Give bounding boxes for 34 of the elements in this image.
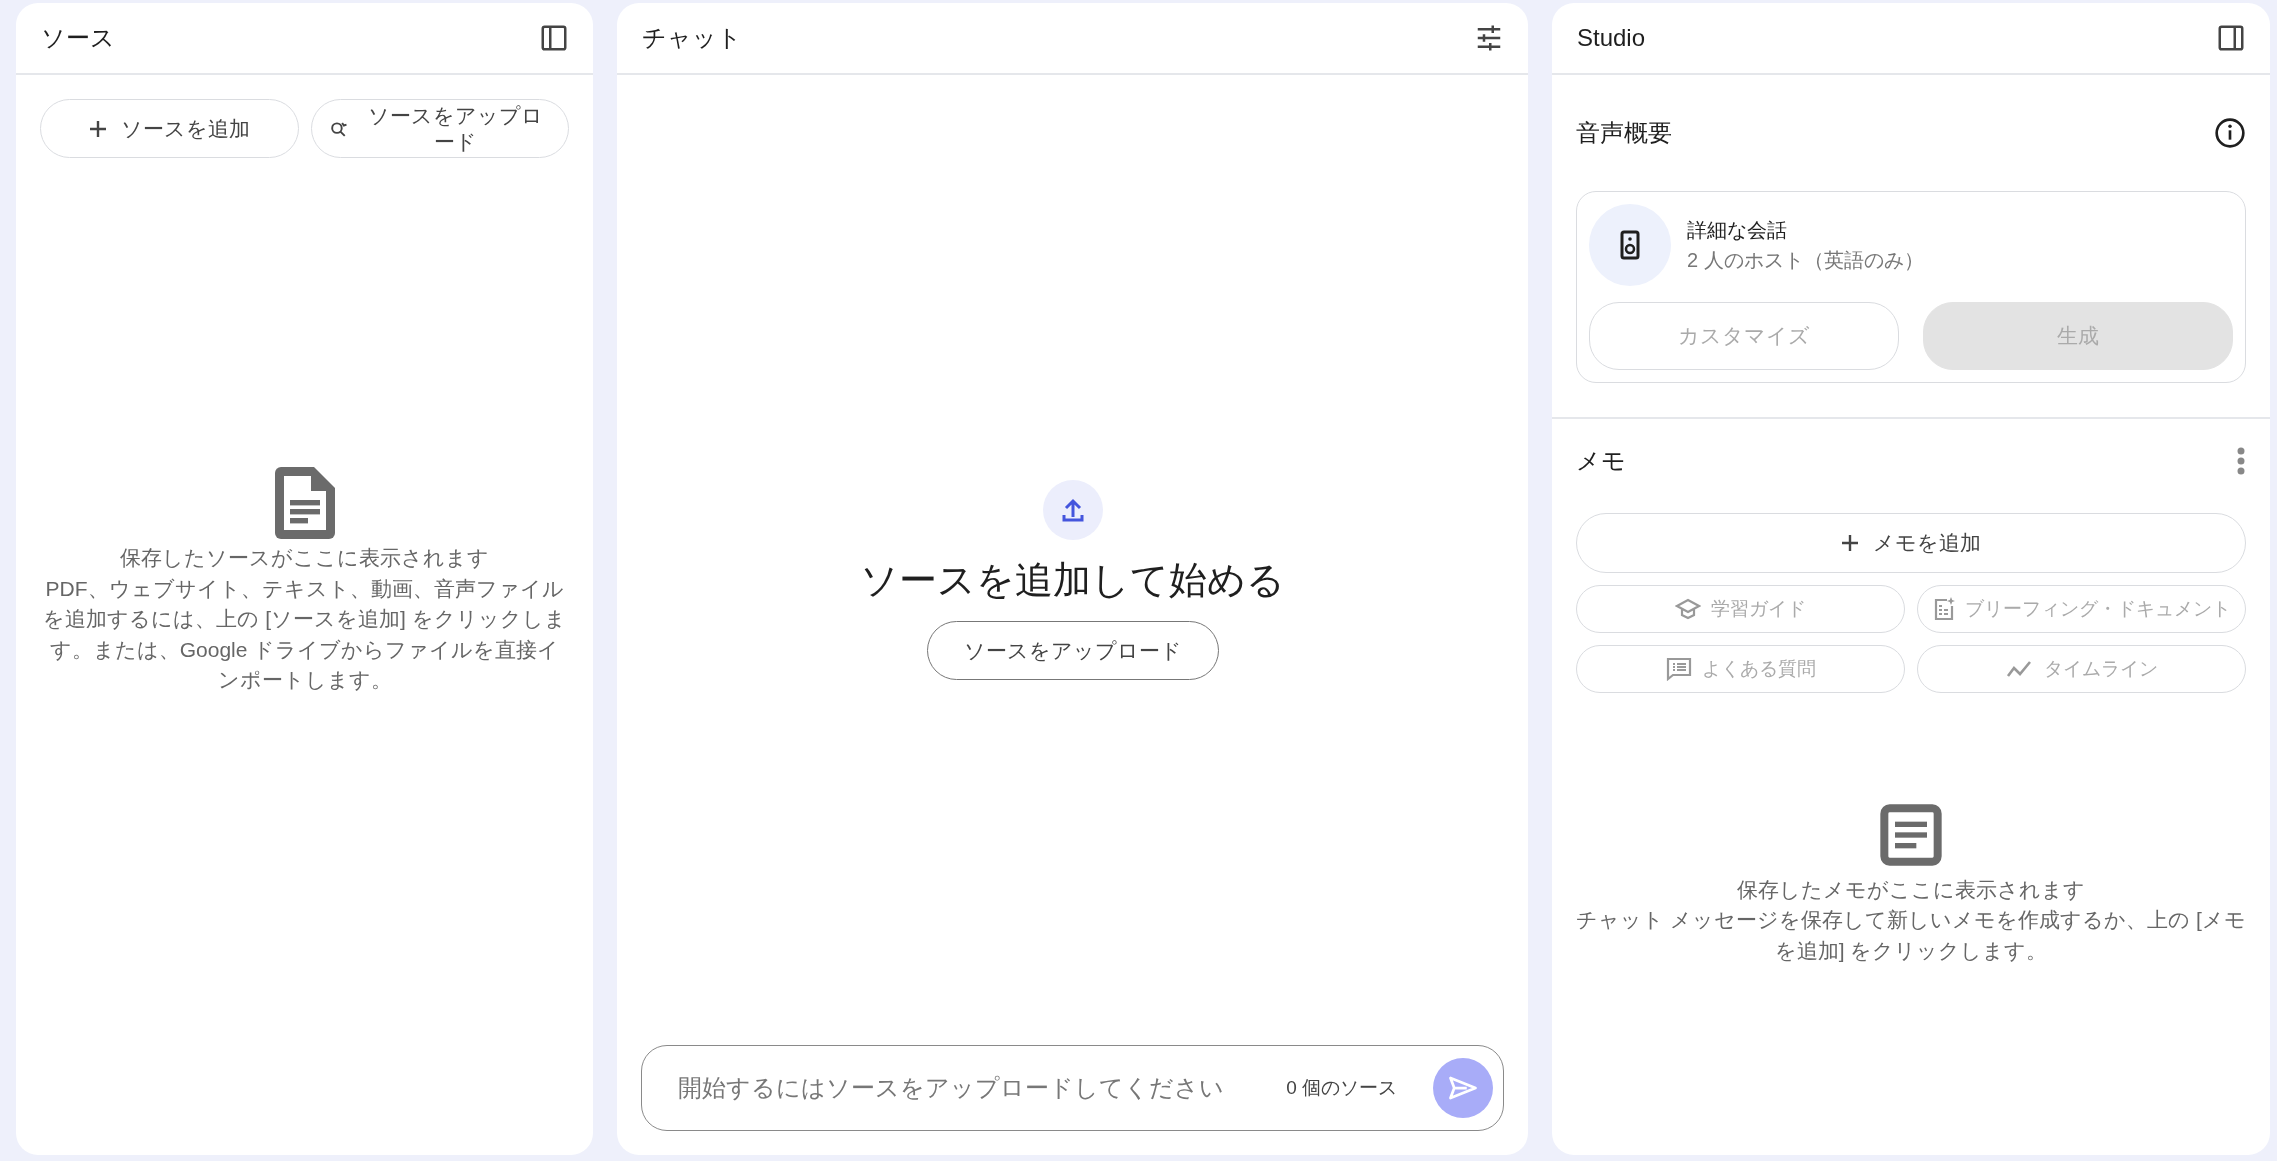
info-icon[interactable] [2214, 117, 2246, 149]
speaker-icon [1589, 204, 1671, 286]
chat-lines-icon [1665, 657, 1692, 681]
section-title: メモ [1576, 446, 1626, 476]
empty-state-text: チャット メッセージを保存して新しいメモを作成するか、上の [メモを追加] をクリックします。 [1576, 907, 2246, 964]
upload-source-button[interactable]: ソースをアップロード [926, 621, 1219, 680]
note-icon [1879, 803, 1943, 867]
graduation-cap-icon [1675, 597, 1701, 621]
card-subtitle: 2 人のホスト（英語のみ） [1687, 248, 1924, 273]
sidebar-toggle-icon[interactable] [2216, 23, 2246, 53]
panel-title: Studio [1577, 23, 1646, 53]
panel-title: ソース [41, 23, 115, 53]
document-icon [274, 467, 335, 540]
empty-state-heading: 保存したメモがここに表示されます [1737, 877, 2085, 903]
add-source-button[interactable]: ソースを追加 [40, 99, 299, 158]
sidebar-toggle-icon[interactable] [539, 23, 569, 53]
chat-input-field[interactable]: 開始するにはソースをアップロードしてください [676, 1069, 1271, 1107]
add-note-button[interactable]: メモを追加 [1576, 513, 2246, 573]
message-composer[interactable]: 開始するにはソースをアップロードしてください 0 個のソース [641, 1045, 1504, 1131]
card-title: 詳細な会話 [1687, 218, 1788, 243]
more-options-icon[interactable] [2236, 447, 2246, 475]
empty-state-heading: 保存したソースがここに表示されます [120, 545, 489, 572]
trend-line-icon [2005, 660, 2034, 678]
source-count: 0 個のソース [1286, 1075, 1397, 1100]
plus-icon [88, 119, 107, 138]
document-sparkle-icon [1932, 597, 1955, 621]
upload-source-button[interactable]: ソースをアップロード [310, 99, 569, 158]
send-icon [1448, 1075, 1478, 1101]
upload-icon [1042, 480, 1103, 540]
section-title: 音声概要 [1576, 118, 1672, 148]
plus-icon [1841, 534, 1859, 552]
empty-state-heading: ソースを追加して始める [860, 558, 1285, 603]
panel-title: チャット [642, 23, 742, 53]
empty-state-text: PDF、ウェブサイト、テキスト、動画、音声ファイルを追加するには、上の [ソースを追加] をクリックします。または、Google ドライブからファイルを直接インポートします。 [42, 575, 567, 694]
